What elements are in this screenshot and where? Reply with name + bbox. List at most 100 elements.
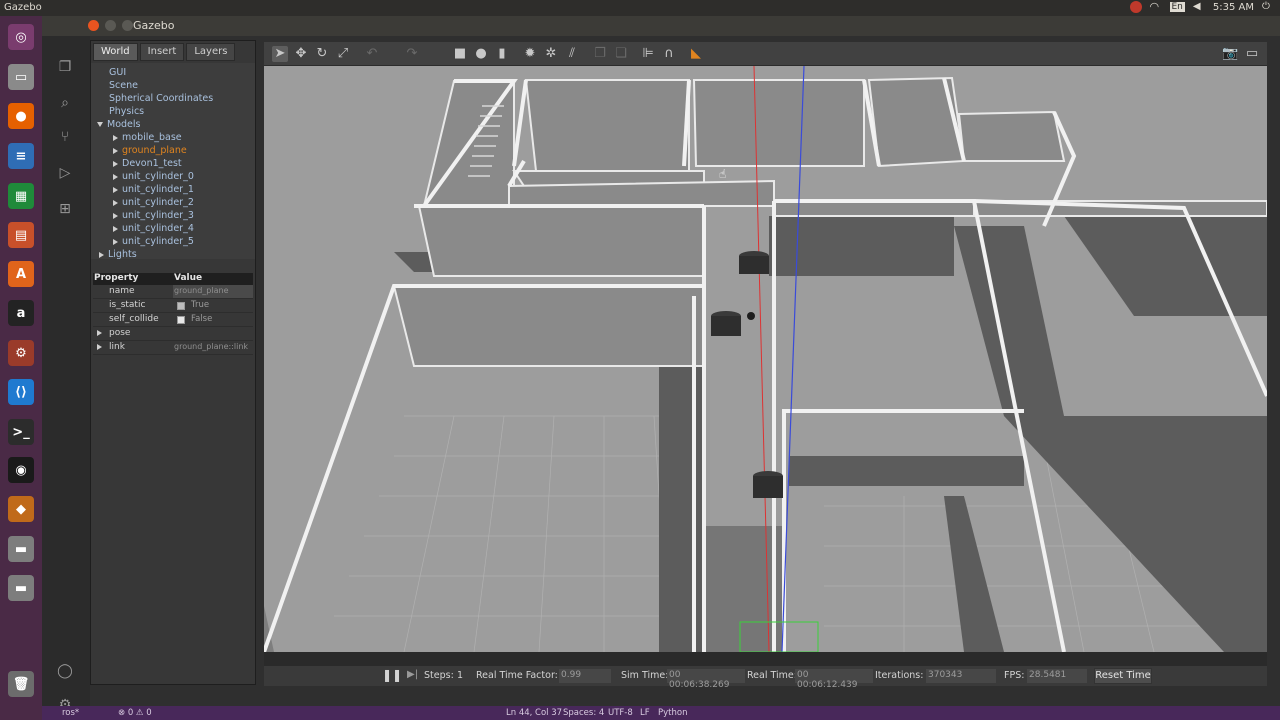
is-static-checkbox[interactable] [177,302,185,310]
remote-indicator[interactable]: ros* [62,708,79,718]
point-light-icon[interactable]: ✹ [522,46,538,62]
tree-item-unit-cylinder-3[interactable]: unit_cylinder_3 [113,210,194,222]
self-collide-checkbox[interactable] [177,316,185,324]
account-icon[interactable]: ◯ [56,662,74,680]
tree-item-spherical-coordinates[interactable]: Spherical Coordinates [109,93,213,105]
render-view[interactable]: ➤ ✥ ↻ ⤢ ↶ ↷ ■ ● ▮ ✹ ✲ ⫽ ❐ ❏ ⊫ ∩ ◣ 📷 ▭ ☝ [264,42,1267,670]
tree-item-gui[interactable]: GUI [109,67,126,79]
drive-icon[interactable]: ▬ [5,533,37,565]
rotate-mode-icon[interactable]: ↻ [314,46,330,62]
tree-item-mobile-base[interactable]: mobile_base [113,132,182,144]
trash-icon[interactable]: 🗑 [5,668,37,700]
wifi-icon[interactable]: ◠ [1150,1,1162,13]
pause-icon[interactable]: ❚❚ [382,668,402,682]
cursor-position[interactable]: Ln 44, Col 37 [506,708,562,718]
volume-icon[interactable]: ◀ [1193,1,1205,13]
expand-right-icon[interactable] [113,225,118,232]
minimize-window-button[interactable] [105,20,116,31]
indentation-setting[interactable]: Spaces: 4 [563,708,604,718]
tree-item-devon1-test[interactable]: Devon1_test [113,158,182,170]
paste-icon[interactable]: ❏ [613,46,629,62]
align-icon[interactable]: ⊫ [640,46,656,62]
expand-right-icon[interactable] [113,134,118,141]
sphere-shape-icon[interactable]: ● [473,46,489,62]
expand-right-icon[interactable] [113,186,118,193]
settings-icon[interactable]: ⚙ [5,337,37,369]
step-icon[interactable]: ▶| [407,669,418,680]
change-view-icon[interactable]: ◣ [688,46,704,62]
tree-item-unit-cylinder-1[interactable]: unit_cylinder_1 [113,184,194,196]
snap-icon[interactable]: ∩ [661,46,677,62]
tree-item-physics[interactable]: Physics [109,106,144,118]
libreoffice-impress-icon[interactable]: ▤ [5,219,37,251]
steps-stepper[interactable]: 1 [457,670,463,681]
tree-item-unit-cylinder-4[interactable]: unit_cylinder_4 [113,223,194,235]
obs-icon[interactable]: ◉ [5,454,37,486]
drive-icon-2[interactable]: ▬ [5,572,37,604]
expand-right-icon[interactable] [113,238,118,245]
source-control-icon[interactable]: ⑂ [56,128,74,146]
explorer-icon[interactable]: ❐ [56,58,74,76]
cylinder-shape-icon[interactable]: ▮ [494,46,510,62]
firefox-icon[interactable]: ● [5,100,37,132]
reset-time-button[interactable]: Reset Time [1094,668,1152,684]
problems-indicator[interactable]: ⊗ 0 ⚠ 0 [118,708,152,718]
expand-right-icon[interactable] [97,330,102,336]
directional-light-icon[interactable]: ⫽ [564,46,580,62]
expand-right-icon[interactable] [113,147,118,154]
maximize-window-button[interactable] [122,20,133,31]
encoding-setting[interactable]: UTF-8 [608,708,633,718]
copy-icon[interactable]: ❐ [592,46,608,62]
libreoffice-writer-icon[interactable]: ≡ [5,140,37,172]
ubuntu-dash-icon[interactable]: ◎ [5,21,37,53]
property-row-link[interactable]: link ground_plane::link [93,341,253,355]
tree-item-lights[interactable]: Lights [99,249,137,261]
ros-icon[interactable] [1129,1,1142,13]
tab-insert[interactable]: Insert [139,43,185,61]
tree-item-scene[interactable]: Scene [109,80,138,92]
select-mode-icon[interactable]: ➤ [272,46,288,62]
expand-right-icon[interactable] [113,160,118,167]
scale-mode-icon[interactable]: ⤢ [335,46,351,62]
eol-setting[interactable]: LF [640,708,650,718]
keyboard-en-icon[interactable]: En [1169,2,1185,12]
terminal-icon[interactable]: >_ [5,416,37,448]
expand-right-icon[interactable] [113,212,118,219]
expand-down-icon[interactable] [97,122,103,127]
tree-item-models[interactable]: Models [97,119,140,131]
redo-icon[interactable]: ↷ [404,46,420,62]
expand-right-icon[interactable] [113,173,118,180]
mobile-base[interactable] [747,312,755,320]
box-shape-icon[interactable]: ■ [452,46,468,62]
language-mode[interactable]: Python [658,708,687,718]
tree-item-ground-plane[interactable]: ground_plane [113,145,187,157]
tree-item-unit-cylinder-0[interactable]: unit_cylinder_0 [113,171,194,183]
expand-right-icon[interactable] [113,199,118,206]
virtualbox-icon[interactable]: ◆ [5,493,37,525]
expand-right-icon[interactable] [97,344,102,350]
tab-world[interactable]: World [93,43,138,61]
record-video-icon[interactable]: ▭ [1244,46,1260,62]
tree-item-unit-cylinder-2[interactable]: unit_cylinder_2 [113,197,194,209]
spot-light-icon[interactable]: ✲ [543,46,559,62]
tree-item-unit-cylinder-5[interactable]: unit_cylinder_5 [113,236,194,248]
vscode-icon[interactable]: ⟨⟩ [5,376,37,408]
screenshot-camera-icon[interactable]: 📷 [1222,46,1238,62]
system-clock[interactable]: 5:35 AM [1213,2,1254,13]
power-icon[interactable]: ⏻ [1262,1,1274,13]
tree-item-label: unit_cylinder_4 [122,223,194,234]
undo-icon[interactable]: ↶ [364,46,380,62]
libreoffice-calc-icon[interactable]: ▦ [5,180,37,212]
extensions-icon[interactable]: ⊞ [56,200,74,218]
expand-right-icon[interactable] [99,251,104,258]
files-icon[interactable]: ▭ [5,61,37,93]
world-3d-scene[interactable]: ☝ [264,66,1267,652]
tab-layers[interactable]: Layers [186,43,236,61]
run-debug-icon[interactable]: ▷ [56,164,74,182]
close-window-button[interactable] [88,20,99,31]
software-center-icon[interactable]: A [5,258,37,290]
search-icon[interactable]: ⌕ [56,94,74,112]
property-row-pose[interactable]: pose [93,327,253,341]
amazon-icon[interactable]: a [5,297,37,329]
translate-mode-icon[interactable]: ✥ [293,46,309,62]
